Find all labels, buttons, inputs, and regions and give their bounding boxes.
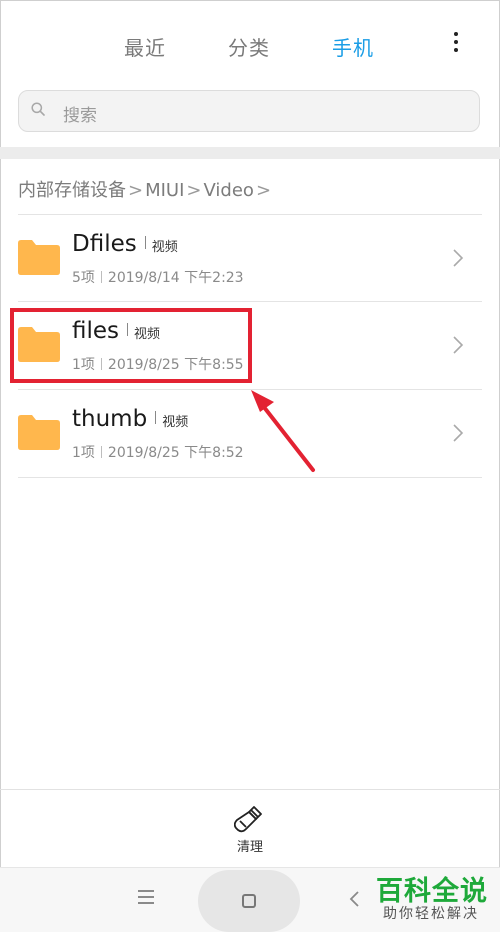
chevron-right-icon: > — [255, 180, 272, 201]
breadcrumb: 内部存储设备 > MIUI > Video > — [18, 176, 273, 202]
search-placeholder: 搜索 — [63, 106, 97, 126]
tab-phone[interactable]: 手机 — [332, 32, 374, 61]
broom-icon — [234, 806, 262, 833]
divider — [0, 789, 500, 790]
folder-icon — [18, 415, 60, 450]
folder-row-thumb[interactable]: thumb 视频 1项 2019/8/25 下午8:52 — [0, 390, 500, 476]
home-button[interactable] — [198, 870, 300, 932]
watermark-subtitle: 助你轻松解决 — [383, 906, 479, 922]
folder-row-dfiles[interactable]: Dfiles 视频 5项 2019/8/14 下午2:23 — [0, 215, 500, 301]
chevron-right-icon — [453, 249, 464, 267]
top-tab-bar: 最近 分类 手机 — [0, 18, 500, 74]
section-gap — [0, 147, 500, 159]
highlight-box — [10, 308, 252, 383]
clean-label: 清理 — [236, 840, 263, 855]
clean-button[interactable]: 清理 — [222, 806, 278, 856]
folder-tag: 视频 — [162, 415, 189, 430]
chevron-right-icon — [453, 424, 464, 442]
folder-name: thumb 视频 — [72, 406, 189, 432]
chevron-right-icon: > — [186, 180, 202, 201]
tab-recent[interactable]: 最近 — [124, 32, 166, 61]
menu-icon[interactable] — [138, 890, 154, 904]
folder-tag: 视频 — [151, 240, 178, 255]
folder-icon — [18, 240, 60, 275]
breadcrumb-internal-storage[interactable]: 内部存储设备 — [18, 180, 126, 201]
divider — [18, 477, 482, 478]
breadcrumb-miui[interactable]: MIUI — [145, 180, 184, 201]
folder-meta: 5项 2019/8/14 下午2:23 — [72, 270, 244, 286]
breadcrumb-video[interactable]: Video — [204, 180, 254, 201]
search-icon — [31, 102, 45, 116]
chevron-right-icon: > — [128, 180, 144, 201]
chevron-right-icon — [453, 336, 464, 354]
folder-name: Dfiles 视频 — [72, 231, 178, 257]
more-menu-icon[interactable] — [446, 26, 466, 58]
back-icon[interactable] — [348, 890, 360, 908]
tab-category[interactable]: 分类 — [228, 32, 270, 61]
home-icon — [242, 894, 256, 908]
search-input[interactable]: 搜索 — [18, 90, 480, 132]
folder-meta: 1项 2019/8/25 下午8:52 — [72, 445, 244, 461]
